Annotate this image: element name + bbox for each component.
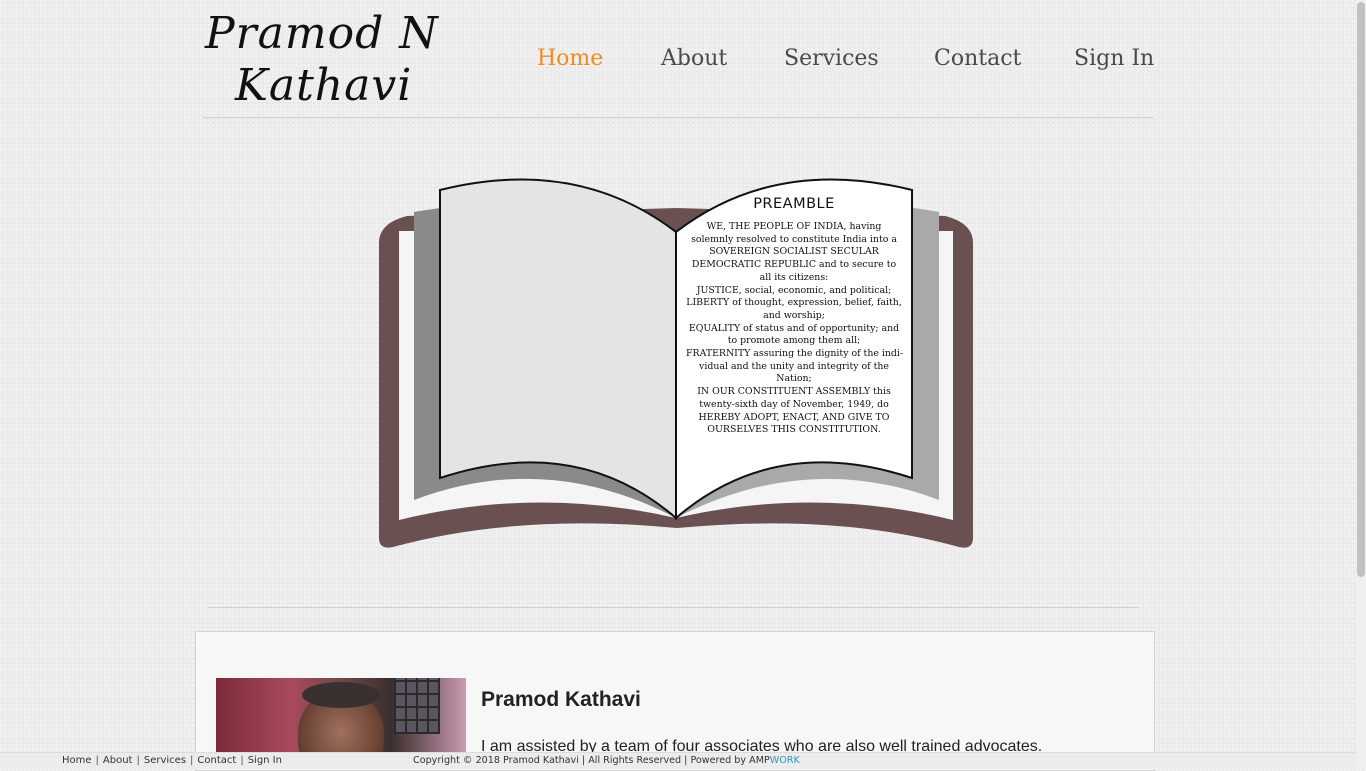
header-divider <box>203 117 1153 118</box>
footer-link-about[interactable]: About <box>99 755 137 766</box>
nav-home[interactable]: Home <box>537 46 603 71</box>
preamble-line: and worship; <box>763 309 825 321</box>
preamble-line: WE, THE PEOPLE OF INDIA, having <box>706 221 882 232</box>
preamble-line: JUSTICE, social, economic, and political… <box>696 284 892 296</box>
nav-services[interactable]: Services <box>784 46 879 71</box>
photo-hair <box>302 682 380 708</box>
preamble-line: to promote among them all; <box>727 335 861 347</box>
brand-amp: AMP <box>749 755 770 766</box>
footer-copyright: Copyright © 2018 Pramod Kathavi | All Ri… <box>413 753 800 769</box>
profile-card: Pramod Kathavi I am assisted by a team o… <box>195 631 1155 771</box>
preamble-line: HEREBY ADOPT, ENACT, AND GIVE TO <box>698 411 890 423</box>
preamble-line: DEMOCRATIC REPUBLIC and to secure to <box>691 259 897 271</box>
copyright-text: Copyright © 2018 Pramod Kathavi | All Ri… <box>413 755 747 766</box>
preamble-text: PREAMBLE WE, THE PEOPLE OF INDIA, having… <box>686 196 904 437</box>
preamble-line: FRATERNITY assuring the dignity of the i… <box>686 348 904 360</box>
scrollbar-thumb[interactable] <box>1357 2 1365 577</box>
preamble-line: EQUALITY of status and of opportunity; a… <box>688 322 900 334</box>
preamble-line: vidual and the unity and integrity of th… <box>699 360 889 372</box>
preamble-line: Nation; <box>776 373 812 385</box>
nav-contact[interactable]: Contact <box>934 46 1021 71</box>
preamble-line: solemnly resolved to constitute India in… <box>691 233 897 245</box>
preamble-line: all its citizens: <box>759 271 829 283</box>
preamble-line: OURSELVES THIS CONSTITUTION. <box>707 424 881 436</box>
vertical-scrollbar[interactable] <box>1356 0 1366 768</box>
footer-link-sign-in[interactable]: Sign In <box>244 755 286 766</box>
footer: Home | About | Services | Contact | Sign In Copy… <box>0 752 1356 769</box>
preamble-body: WE, THE PEOPLE OF INDIA, having solemnly… <box>686 221 904 437</box>
profile-photo <box>216 678 466 758</box>
footer-links: Home | About | Services | Contact | Sign In <box>58 753 286 769</box>
photo-window-detail <box>394 678 440 734</box>
profile-name: Pramod Kathavi <box>481 688 641 711</box>
footer-link-services[interactable]: Services <box>140 755 190 766</box>
powered-by-link[interactable]: AMPWORK <box>749 755 800 766</box>
preamble-line: twenty-sixth day of November, 1949, do <box>699 398 889 410</box>
preamble-title: PREAMBLE <box>753 196 835 212</box>
footer-link-home[interactable]: Home <box>58 755 96 766</box>
preamble-line: LIBERTY of thought, expression, belief, … <box>686 297 902 309</box>
main-nav: Home About Services Contact Sign In <box>0 46 1366 78</box>
preamble-line: IN OUR CONSTITUENT ASSEMBLY this <box>697 386 891 398</box>
section-divider <box>208 607 1138 608</box>
footer-link-contact[interactable]: Contact <box>193 755 240 766</box>
nav-sign-in[interactable]: Sign In <box>1074 46 1154 71</box>
preamble-line: SOVEREIGN SOCIALIST SECULAR <box>709 246 879 258</box>
brand-work: WORK <box>769 755 800 766</box>
nav-about[interactable]: About <box>661 46 727 71</box>
